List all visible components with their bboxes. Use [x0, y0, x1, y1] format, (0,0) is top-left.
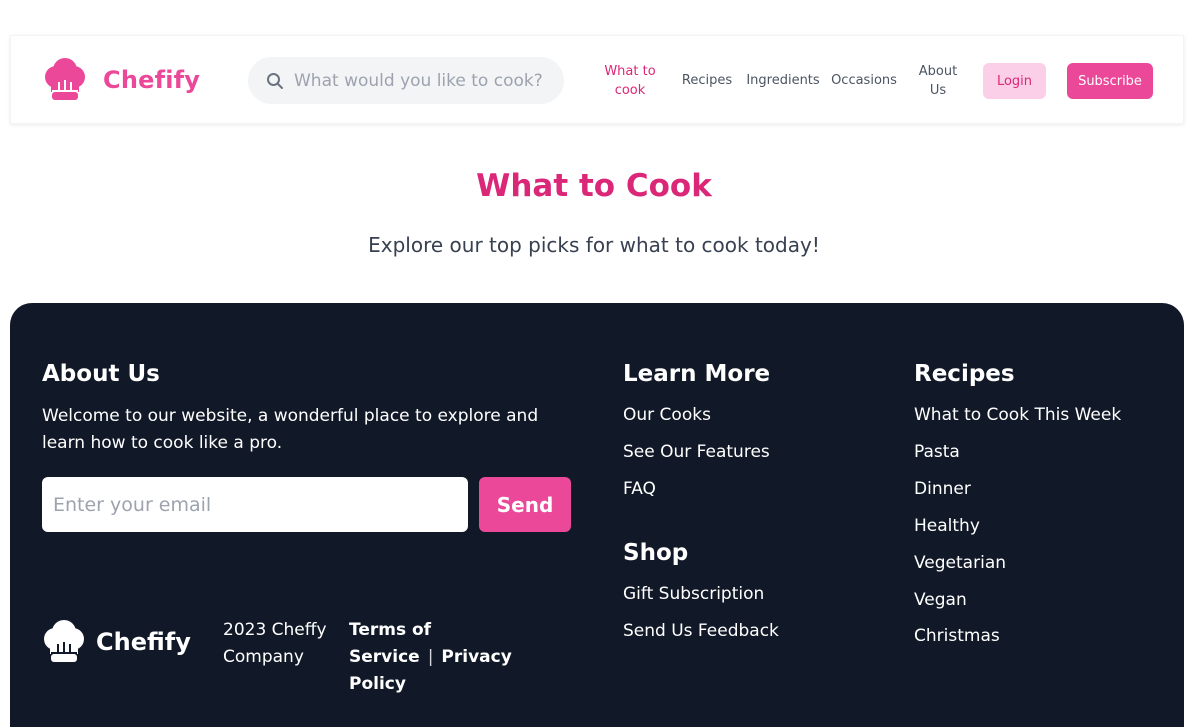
footer-link-faq[interactable]: FAQ	[623, 479, 656, 499]
page-title: What to Cook	[476, 168, 712, 204]
nav-occasions[interactable]: Occasions	[831, 70, 897, 90]
footer-link-gift[interactable]: Gift Subscription	[623, 584, 764, 604]
search-bar	[248, 57, 564, 104]
nav-ingredients[interactable]: Ingredients	[746, 70, 819, 90]
privacy-link-line1[interactable]: Privacy	[441, 647, 511, 667]
privacy-link-line2[interactable]: Policy	[349, 674, 406, 694]
nav-about-line1: About	[918, 64, 958, 79]
footer-link-our-cooks[interactable]: Our Cooks	[623, 405, 711, 425]
chef-hat-icon	[44, 620, 84, 662]
brand-name: Chefify	[103, 66, 201, 94]
legal-separator: |	[427, 647, 434, 667]
footer-link-recipe[interactable]: Christmas	[914, 626, 1000, 646]
footer-link-recipe[interactable]: Dinner	[914, 479, 971, 499]
legal-links: Terms of Service | Privacy Policy	[349, 617, 589, 698]
nav-recipes[interactable]: Recipes	[677, 70, 737, 90]
terms-link[interactable]: Terms of Service	[349, 620, 431, 667]
footer-learn-more-heading: Learn More	[623, 361, 771, 387]
send-button[interactable]: Send	[479, 477, 571, 532]
footer-recipes-heading: Recipes	[914, 361, 1015, 387]
footer-brand-name: Chefify	[96, 628, 191, 656]
footer-shop-heading: Shop	[623, 540, 689, 566]
footer-about-heading: About Us	[42, 361, 160, 387]
footer-link-recipe[interactable]: Healthy	[914, 516, 980, 536]
footer-logo[interactable]: Chefify	[42, 620, 191, 664]
nav-about-line2: Us	[929, 83, 947, 98]
nav-about-us[interactable]: About Us	[913, 61, 963, 101]
footer-link-features[interactable]: See Our Features	[623, 442, 770, 462]
subscribe-button[interactable]: Subscribe	[1067, 63, 1153, 99]
site-footer: About Us Welcome to our website, a wonde…	[10, 303, 1184, 727]
footer-about-text: Welcome to our website, a wonderful plac…	[42, 406, 539, 453]
footer-link-recipe[interactable]: What to Cook This Week	[914, 405, 1121, 425]
brand-logo[interactable]: Chefify	[43, 58, 200, 102]
site-header: Chefify What to cook Recipes Ingredients…	[10, 35, 1184, 124]
chef-hat-icon	[45, 58, 85, 100]
email-field[interactable]	[42, 477, 468, 532]
nav-what-to-cook-line2: cook	[614, 83, 646, 98]
nav-what-to-cook[interactable]: What to cook	[599, 61, 661, 101]
footer-link-recipe[interactable]: Vegan	[914, 590, 967, 610]
copyright: 2023 Cheffy Company	[223, 617, 343, 671]
search-input[interactable]	[294, 57, 554, 104]
footer-link-feedback[interactable]: Send Us Feedback	[623, 621, 779, 641]
search-icon	[267, 73, 283, 89]
copyright-line1: 2023 Cheffy	[223, 620, 327, 640]
login-button[interactable]: Login	[983, 63, 1046, 99]
nav-what-to-cook-line1: What to	[604, 64, 656, 79]
footer-link-recipe[interactable]: Vegetarian	[914, 553, 1006, 573]
footer-link-recipe[interactable]: Pasta	[914, 442, 960, 462]
copyright-line2: Company	[223, 647, 304, 667]
page-subtitle: Explore our top picks for what to cook t…	[368, 233, 820, 257]
